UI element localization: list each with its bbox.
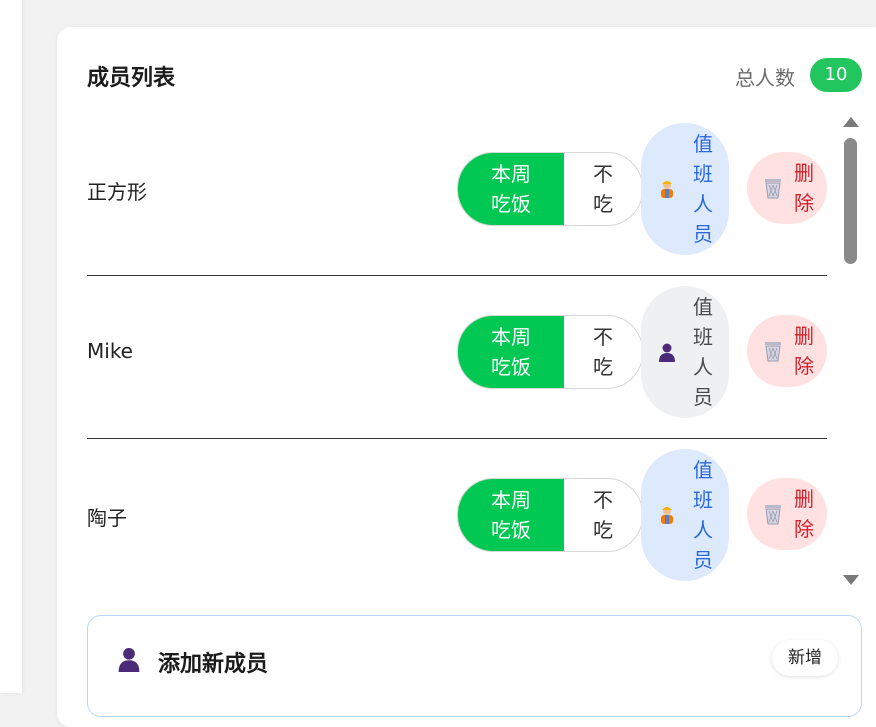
delete-button[interactable]: 删 除 — [747, 315, 827, 387]
meal-toggle[interactable]: 本周 吃饭 不 吃 — [457, 152, 643, 226]
person-icon — [659, 343, 675, 362]
duty-person-button[interactable]: 值 班 人 员 — [641, 286, 729, 418]
add-member-panel: 添加新成员 新增 — [87, 615, 862, 717]
total-count-label: 总人数 — [735, 66, 795, 90]
eat-this-week-option[interactable]: 本周 吃饭 — [458, 153, 564, 225]
page-title: 成员列表 — [87, 66, 176, 91]
member-name: 正方形 — [87, 180, 147, 204]
delete-button[interactable]: 删 除 — [747, 478, 827, 550]
not-eating-option[interactable]: 不 吃 — [564, 153, 642, 225]
scrollbar-thumb[interactable] — [844, 138, 857, 264]
eat-this-week-option[interactable]: 本周 吃饭 — [458, 316, 564, 388]
member-row: 陶子 本周 吃饭 不 吃 值 班 人 员 删 除 — [87, 438, 827, 590]
member-row: 正方形 本周 吃饭 不 吃 值 班 人 员 删 除 — [87, 112, 827, 276]
meal-toggle[interactable]: 本周 吃饭 不 吃 — [457, 478, 643, 552]
duty-person-button[interactable]: 值 班 人 员 — [641, 449, 729, 581]
construction-worker-icon — [661, 181, 673, 198]
meal-toggle[interactable]: 本周 吃饭 不 吃 — [457, 315, 643, 389]
eat-this-week-option[interactable]: 本周 吃饭 — [458, 479, 564, 551]
total-count-badge: 10 — [810, 58, 862, 92]
person-icon — [118, 647, 140, 672]
delete-button[interactable]: 删 除 — [747, 152, 827, 224]
member-name: Mike — [87, 339, 133, 363]
left-panel-edge — [0, 0, 22, 693]
trash-bin-icon — [765, 505, 781, 525]
trash-bin-icon — [765, 179, 781, 199]
member-row: Mike 本周 吃饭 不 吃 值 班 人 员 删 除 — [87, 275, 827, 439]
member-name: 陶子 — [87, 506, 127, 530]
add-member-button[interactable]: 新增 — [772, 640, 838, 676]
add-member-title: 添加新成员 — [158, 652, 269, 677]
not-eating-option[interactable]: 不 吃 — [564, 316, 642, 388]
scroll-up-arrow[interactable] — [843, 117, 859, 127]
scroll-down-arrow[interactable] — [843, 575, 859, 585]
trash-bin-icon — [765, 342, 781, 362]
duty-person-button[interactable]: 值 班 人 员 — [641, 123, 729, 255]
member-list[interactable]: 正方形 本周 吃饭 不 吃 值 班 人 员 删 除 Mike 本周 吃饭 不 吃… — [87, 112, 827, 590]
not-eating-option[interactable]: 不 吃 — [564, 479, 642, 551]
construction-worker-icon — [661, 507, 673, 524]
